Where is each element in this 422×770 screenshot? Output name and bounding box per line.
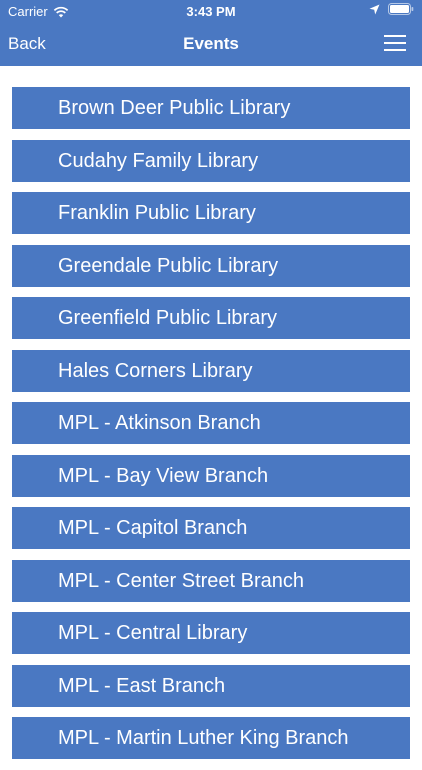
status-bar: Carrier 3:43 PM [0, 0, 422, 22]
battery-icon [388, 3, 414, 15]
library-item[interactable]: MPL - Capitol Branch [12, 507, 410, 549]
library-item[interactable]: Cudahy Family Library [12, 139, 410, 182]
location-arrow-icon [369, 4, 380, 14]
library-item[interactable]: Brown Deer Public Library [12, 87, 410, 129]
library-item[interactable]: Franklin Public Library [12, 192, 410, 234]
library-item[interactable]: Greendale Public Library [12, 244, 410, 287]
status-indicators [369, 3, 414, 15]
library-item[interactable]: MPL - East Branch [12, 664, 410, 707]
app-header: Carrier 3:43 PM Back Events [0, 0, 422, 66]
library-item[interactable]: MPL - Atkinson Branch [12, 402, 410, 444]
library-item[interactable]: MPL - Martin Luther King Branch [12, 717, 410, 759]
library-item[interactable]: MPL - Central Library [12, 612, 410, 654]
navigation-bar: Back Events [0, 22, 422, 66]
library-item[interactable]: MPL - Bay View Branch [12, 454, 410, 497]
status-time: 3:43 PM [186, 4, 236, 19]
library-item[interactable]: MPL - Center Street Branch [12, 559, 410, 602]
library-list: Brown Deer Public Library Cudahy Family … [12, 87, 410, 770]
library-item[interactable]: Greenfield Public Library [12, 297, 410, 339]
page-title: Events [183, 34, 239, 53]
library-item[interactable]: Hales Corners Library [12, 349, 410, 392]
hamburger-menu-icon[interactable] [384, 34, 406, 52]
